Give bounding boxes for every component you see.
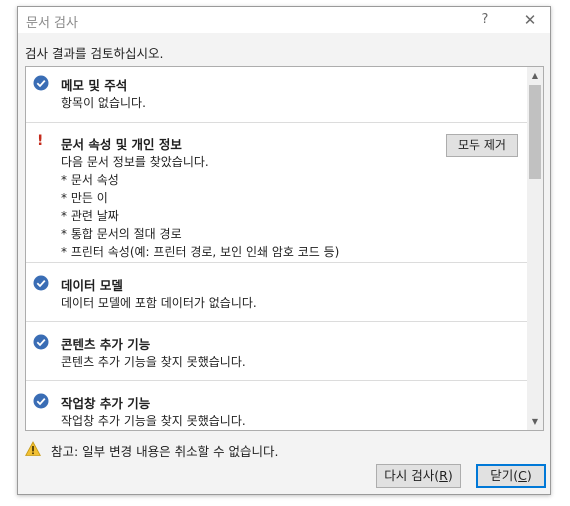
detail-line: * 프린터 속성(예: 프린터 경로, 보인 인쇄 암호 코드 등): [61, 245, 340, 259]
document-inspector-dialog: 문서 검사 ? ✕ 검사 결과를 검토하십시오. 메모 및 주석 항목이 없습니…: [17, 6, 551, 495]
result-title: 데이터 모델: [61, 278, 123, 293]
scroll-thumb[interactable]: [529, 85, 541, 179]
result-description: 작업창 추가 기능을 찾지 못했습니다.: [61, 414, 246, 428]
scroll-up-icon[interactable]: ▲: [527, 67, 543, 84]
result-description: 항목이 없습니다.: [61, 96, 146, 110]
check-circle-icon: [33, 275, 49, 291]
reinspect-label: 다시 검사(: [384, 468, 440, 483]
dialog-title: 문서 검사: [26, 16, 78, 31]
detail-line: * 관련 날짜: [61, 209, 119, 223]
check-circle-icon: [33, 75, 49, 91]
check-circle-icon: [33, 393, 49, 409]
scroll-down-icon[interactable]: ▼: [527, 413, 543, 430]
check-circle-icon: [33, 334, 49, 350]
help-button[interactable]: ?: [475, 10, 495, 30]
result-title: 문서 속성 및 개인 정보: [61, 137, 182, 152]
results-list: 메모 및 주석 항목이 없습니다. ! 문서 속성 및 개인 정보 다음 문서 …: [26, 67, 527, 430]
vertical-scrollbar[interactable]: ▲ ▼: [527, 67, 543, 430]
detail-line: * 만든 이: [61, 191, 108, 205]
detail-line: * 문서 속성: [61, 173, 119, 187]
instruction-text: 검사 결과를 검토하십시오.: [25, 46, 164, 61]
warning-triangle-icon: [25, 441, 41, 456]
result-item-document-properties: ! 문서 속성 및 개인 정보 다음 문서 정보를 찾았습니다. * 문서 속성…: [26, 123, 527, 259]
result-item-content-addins: 콘텐츠 추가 기능 콘텐츠 추가 기능을 찾지 못했습니다.: [26, 322, 527, 380]
remove-all-button[interactable]: 모두 제거: [446, 134, 518, 157]
reinspect-suffix: ): [447, 468, 453, 483]
close-button[interactable]: 닫기(C): [476, 464, 546, 488]
title-bar: 문서 검사 ? ✕: [18, 7, 550, 33]
detail-line: * 통합 문서의 절대 경로: [61, 227, 182, 241]
reinspect-accelerator-key: R: [439, 468, 448, 483]
result-description: 다음 문서 정보를 찾았습니다.: [61, 155, 209, 169]
close-label: 닫기(: [490, 468, 519, 483]
result-description: 콘텐츠 추가 기능을 찾지 못했습니다.: [61, 355, 246, 369]
result-item-comments: 메모 및 주석 항목이 없습니다.: [26, 67, 527, 121]
result-title: 작업창 추가 기능: [61, 396, 151, 411]
close-icon[interactable]: ✕: [520, 10, 540, 30]
result-description: 데이터 모델에 포함 데이터가 없습니다.: [61, 296, 257, 310]
exclamation-icon: !: [37, 133, 44, 149]
results-panel: 메모 및 주석 항목이 없습니다. ! 문서 속성 및 개인 정보 다음 문서 …: [25, 66, 544, 431]
result-item-data-model: 데이터 모델 데이터 모델에 포함 데이터가 없습니다.: [26, 263, 527, 321]
reinspect-button[interactable]: 다시 검사(R): [376, 464, 461, 488]
result-title: 메모 및 주석: [61, 78, 128, 93]
close-accelerator-key: C: [518, 468, 527, 483]
footer-text: 참고: 일부 변경 내용은 취소할 수 없습니다.: [51, 444, 279, 459]
close-suffix: ): [526, 468, 532, 483]
result-item-taskpane-addins: 작업창 추가 기능 작업창 추가 기능을 찾지 못했습니다.: [26, 381, 527, 430]
result-title: 콘텐츠 추가 기능: [61, 337, 151, 352]
